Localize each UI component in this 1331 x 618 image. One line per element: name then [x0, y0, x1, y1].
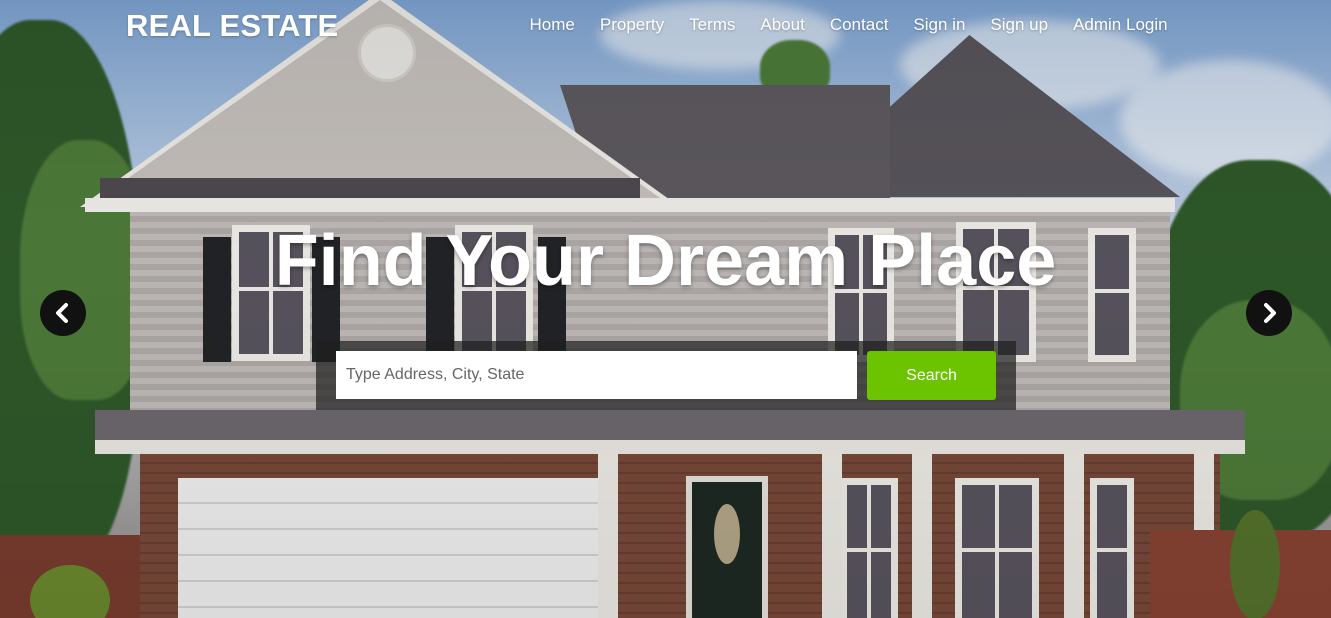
nav-link-about[interactable]: About — [748, 14, 817, 36]
nav-link-home[interactable]: Home — [517, 14, 587, 36]
top-navbar: REAL ESTATE Home Property Terms About Co… — [0, 0, 1331, 50]
chevron-right-icon — [1264, 303, 1276, 323]
search-input[interactable] — [336, 351, 857, 399]
hero-banner: REAL ESTATE Home Property Terms About Co… — [0, 0, 1331, 618]
search-button[interactable]: Search — [867, 351, 996, 400]
brand-logo[interactable]: REAL ESTATE — [126, 8, 338, 44]
nav-link-property[interactable]: Property — [587, 14, 676, 36]
carousel-prev-button[interactable] — [40, 290, 86, 336]
chevron-left-icon — [56, 303, 68, 323]
hero-headline: Find Your Dream Place — [274, 221, 1057, 301]
property-search-form: Search — [316, 341, 1016, 410]
carousel-next-button[interactable] — [1246, 290, 1292, 336]
nav-menu: Home Property Terms About Contact Sign i… — [517, 14, 1180, 36]
nav-link-admin-login[interactable]: Admin Login — [1061, 14, 1181, 36]
nav-link-sign-up[interactable]: Sign up — [978, 14, 1061, 36]
nav-link-terms[interactable]: Terms — [677, 14, 748, 36]
nav-link-contact[interactable]: Contact — [817, 14, 901, 36]
nav-link-sign-in[interactable]: Sign in — [901, 14, 978, 36]
